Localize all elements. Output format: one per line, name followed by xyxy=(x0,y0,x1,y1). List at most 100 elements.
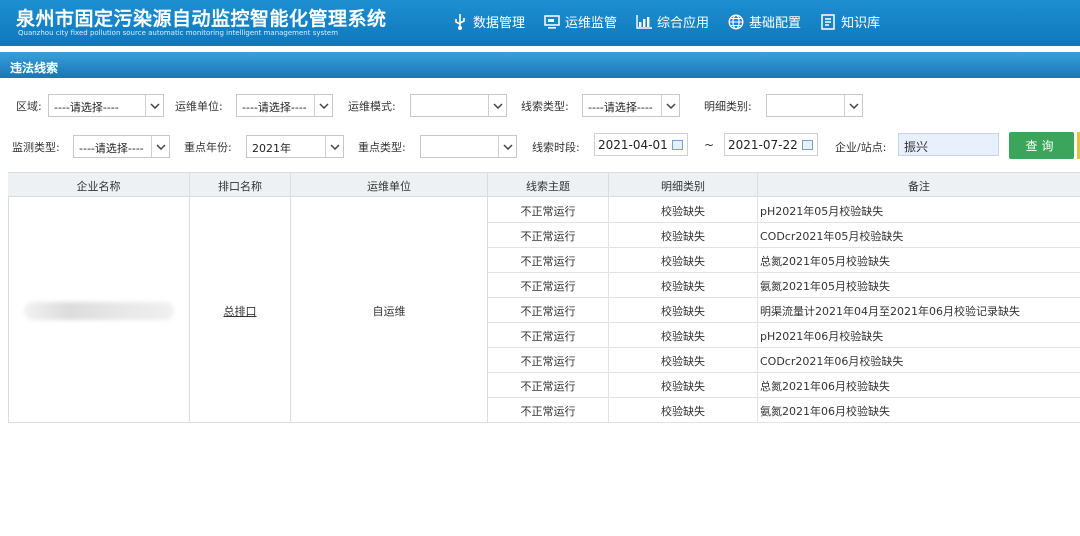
clue-topic-cell: 不正常运行 xyxy=(488,373,609,398)
date-to-input[interactable]: 2021-07-22 xyxy=(724,133,818,156)
clue-topic-cell: 不正常运行 xyxy=(488,348,609,373)
table-row: 不正常运行 校验缺失 CODcr2021年05月校验缺失 xyxy=(488,223,1080,248)
note-cell: CODcr2021年05月校验缺失 xyxy=(760,229,904,243)
chevron-down-icon xyxy=(661,95,679,116)
col-clue-topic: 线索主题 xyxy=(488,173,609,198)
date-from-value: 2021-04-01 xyxy=(598,138,668,152)
redacted-company-name xyxy=(23,301,174,320)
site-search-input[interactable]: 振兴 xyxy=(898,133,999,156)
table-row: 不正常运行 校验缺失 pH2021年06月校验缺失 xyxy=(488,323,1080,348)
ops-mode-label: 运维模式: xyxy=(348,100,396,113)
clue-topic-cell: 不正常运行 xyxy=(488,223,609,248)
nav-data-management[interactable]: 数据管理 xyxy=(452,12,525,31)
chevron-down-icon xyxy=(844,95,862,116)
book-icon xyxy=(820,13,836,30)
key-type-label: 重点类型: xyxy=(358,141,406,154)
detail-category-cell: 校验缺失 xyxy=(609,223,758,248)
detail-type-select[interactable] xyxy=(766,94,863,117)
detail-category-cell: 校验缺失 xyxy=(609,373,758,398)
date-to-value: 2021-07-22 xyxy=(728,138,798,152)
ops-unit-cell: 自运维 xyxy=(291,198,488,423)
company-name-cell xyxy=(8,198,190,423)
chevron-down-icon xyxy=(151,136,169,157)
top-nav: 数据管理 运维监管 综合应用 基础配置 知识库 xyxy=(452,12,899,31)
detail-category-cell: 校验缺失 xyxy=(609,348,758,373)
clue-topic-cell: 不正常运行 xyxy=(488,198,609,223)
bar-chart-icon xyxy=(636,14,653,30)
note-cell: 总氮2021年06月校验缺失 xyxy=(760,379,890,393)
chevron-down-icon xyxy=(325,136,343,157)
clue-topic-cell: 不正常运行 xyxy=(488,248,609,273)
ops-unit-label: 运维单位: xyxy=(175,100,223,113)
date-range-separator: ~ xyxy=(704,138,715,152)
chevron-down-icon xyxy=(488,95,506,116)
col-ops-unit: 运维单位 xyxy=(291,173,488,198)
clue-topic-cell: 不正常运行 xyxy=(488,323,609,348)
region-select-value: ----请选择---- xyxy=(54,101,119,114)
note-cell: 总氮2021年05月校验缺失 xyxy=(760,254,890,268)
col-notes: 备注 xyxy=(908,179,930,193)
outlet-link[interactable]: 总排口 xyxy=(224,303,257,319)
clue-topic-cell: 不正常运行 xyxy=(488,273,609,298)
detail-category-cell: 校验缺失 xyxy=(609,323,758,348)
key-type-select[interactable] xyxy=(420,135,517,158)
chevron-down-icon xyxy=(314,95,332,116)
table-header: 企业名称 排口名称 运维单位 线索主题 明细类别 备注 xyxy=(8,172,1080,198)
ops-unit-select[interactable]: ----请选择---- xyxy=(236,94,333,117)
key-year-select[interactable]: 2021年 xyxy=(246,135,344,158)
col-company: 企业名称 xyxy=(8,173,190,198)
chevron-down-icon xyxy=(498,136,516,157)
monitor-type-select-value: ----请选择---- xyxy=(79,142,144,155)
date-from-input[interactable]: 2021-04-01 xyxy=(594,133,688,156)
ops-mode-select[interactable] xyxy=(410,94,507,117)
detail-category-cell: 校验缺失 xyxy=(609,198,758,223)
detail-category-cell: 校验缺失 xyxy=(609,298,758,323)
usb-icon xyxy=(452,13,468,30)
table-body: 总排口 自运维 不正常运行 校验缺失 pH2021年05月校验缺失 不正常运行 校验缺失… xyxy=(8,198,1080,423)
key-year-label: 重点年份: xyxy=(184,141,232,154)
nav-label: 数据管理 xyxy=(473,16,526,31)
nav-label: 运维监管 xyxy=(565,16,618,31)
nav-knowledge-base[interactable]: 知识库 xyxy=(820,12,880,31)
note-cell: CODcr2021年06月校验缺失 xyxy=(760,354,904,368)
app-subtitle: Quanzhou city fixed pollution source aut… xyxy=(18,29,339,37)
note-cell: 氨氮2021年05月校验缺失 xyxy=(760,279,890,293)
clue-period-label: 线索时段: xyxy=(532,141,580,154)
note-cell: pH2021年06月校验缺失 xyxy=(760,329,884,343)
monitor-type-select[interactable]: ----请选择---- xyxy=(73,135,170,158)
clue-topic-cell: 不正常运行 xyxy=(488,398,609,423)
nav-label: 知识库 xyxy=(841,16,881,31)
region-label: 区域: xyxy=(16,100,42,113)
monitor-icon xyxy=(544,14,560,30)
table-row: 不正常运行 校验缺失 pH2021年05月校验缺失 xyxy=(488,198,1080,223)
calendar-icon[interactable] xyxy=(802,140,813,150)
table-row: 不正常运行 校验缺失 总氮2021年05月校验缺失 xyxy=(488,248,1080,273)
table-row: 不正常运行 校验缺失 明渠流量计2021年04月至2021年06月校验记录缺失 xyxy=(488,298,1080,323)
detail-category-cell: 校验缺失 xyxy=(609,248,758,273)
table-row: 不正常运行 校验缺失 氨氮2021年05月校验缺失 xyxy=(488,273,1080,298)
note-cell: pH2021年05月校验缺失 xyxy=(760,204,884,218)
calendar-icon[interactable] xyxy=(672,140,683,150)
query-button[interactable]: 查询 xyxy=(1009,132,1074,159)
monitor-type-label: 监测类型: xyxy=(12,141,60,154)
region-select[interactable]: ----请选择---- xyxy=(48,94,164,117)
breadcrumb: 违法线索 xyxy=(0,52,1080,78)
detail-type-label: 明细类别: xyxy=(704,100,752,113)
clue-type-select[interactable]: ----请选择---- xyxy=(582,94,680,117)
table-row: 不正常运行 校验缺失 氨氮2021年06月校验缺失 xyxy=(488,398,1080,423)
detail-category-cell: 校验缺失 xyxy=(609,398,758,423)
nav-ops-supervision[interactable]: 运维监管 xyxy=(544,12,617,31)
detail-category-cell: 校验缺失 xyxy=(609,273,758,298)
nav-basic-config[interactable]: 基础配置 xyxy=(728,12,801,31)
note-cell: 明渠流量计2021年04月至2021年06月校验记录缺失 xyxy=(760,304,1020,318)
nav-label: 基础配置 xyxy=(749,16,802,31)
outlet-cell: 总排口 xyxy=(190,198,291,423)
site-label: 企业/站点: xyxy=(835,141,887,154)
col-detail-category: 明细类别 xyxy=(609,173,758,198)
col-outlet: 排口名称 xyxy=(190,173,291,198)
note-cell: 氨氮2021年06月校验缺失 xyxy=(760,404,890,418)
app-title: 泉州市固定污染源自动监控智能化管理系统 xyxy=(16,8,387,30)
nav-comprehensive-apps[interactable]: 综合应用 xyxy=(636,12,709,31)
clue-type-label: 线索类型: xyxy=(521,100,569,113)
app-header: 泉州市固定污染源自动监控智能化管理系统 Quanzhou city fixed … xyxy=(0,0,1080,46)
